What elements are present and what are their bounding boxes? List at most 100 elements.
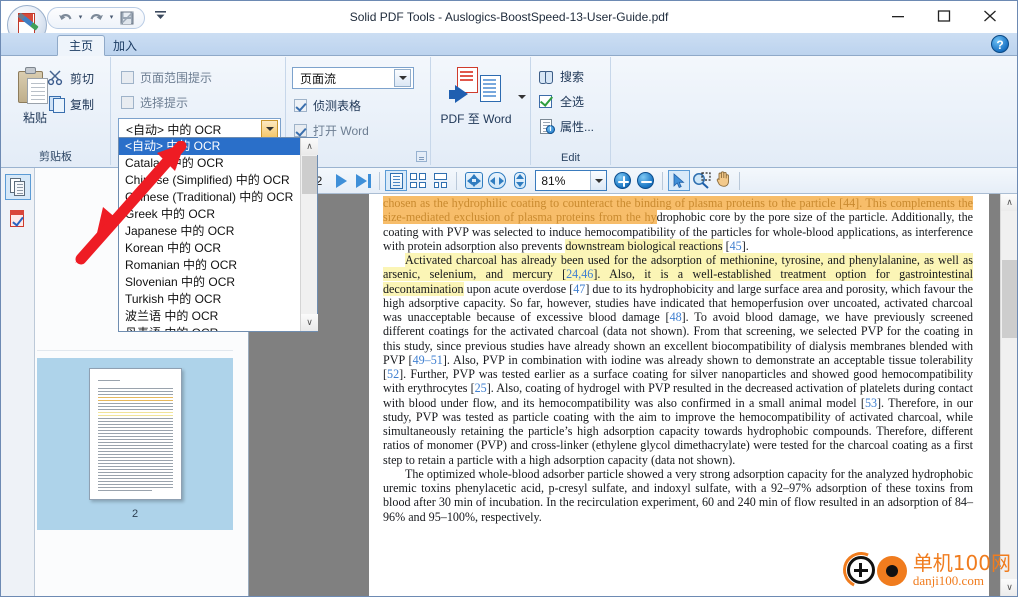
watermark-logo-icon: [837, 546, 911, 594]
pdf-to-word-icon: [449, 67, 503, 109]
hand-tool-button[interactable]: [712, 170, 734, 191]
zoom-out-button[interactable]: [634, 170, 657, 191]
scrollbar-thumb[interactable]: [302, 156, 317, 194]
chevron-down-icon[interactable]: [261, 120, 278, 138]
open-word-label: 打开 Word: [313, 124, 369, 138]
scroll-down-icon[interactable]: ∨: [301, 314, 318, 331]
body-text: The optimized whole-blood adsorber parti…: [383, 466, 973, 524]
save-icon[interactable]: [116, 9, 138, 27]
document-paragraph: The optimized whole-blood adsorber parti…: [383, 467, 973, 524]
continuous-view-button[interactable]: [429, 170, 451, 191]
document-paragraph: Activated charcoal has already been used…: [383, 253, 974, 467]
pdf-to-word-chevron-down-icon[interactable]: [518, 95, 526, 117]
fit-height-icon: [513, 172, 526, 189]
ocr-dropdown-item[interactable]: Slovenian 中的 OCR: [119, 274, 300, 291]
ribbon-group-edit: 搜索 全选 i 属性... Edit: [531, 57, 611, 165]
grid-view-icon: [410, 173, 427, 188]
ocr-dropdown-item[interactable]: Turkish 中的 OCR: [119, 291, 300, 308]
scrollbar-thumb[interactable]: [1002, 260, 1017, 338]
continuous-view-icon: [433, 173, 447, 188]
ocr-language-value: <自动> 中的 OCR: [126, 122, 222, 137]
checkbox-box: [294, 124, 307, 137]
fit-width-icon: [487, 172, 506, 189]
single-page-icon: [389, 172, 403, 189]
tab-add[interactable]: 加入: [101, 35, 149, 56]
grid-view-button[interactable]: [407, 170, 429, 191]
ocr-dropdown-item[interactable]: 丹麦语 中的 OCR: [119, 325, 300, 331]
document-text: chosen as the hydrophilic coating to cou…: [383, 196, 974, 524]
properties-button[interactable]: i 属性...: [538, 116, 594, 136]
ocr-dropdown-item[interactable]: 波兰语 中的 OCR: [119, 308, 300, 325]
fit-page-button[interactable]: [462, 170, 485, 191]
thumbnail-lines: [97, 380, 173, 493]
detect-tables-label: 侦测表格: [313, 99, 362, 113]
highlighted-text: 47: [573, 281, 586, 296]
body-text: [: [722, 238, 730, 253]
highlighted-text: 25: [474, 381, 487, 396]
ribbon-tab-strip: 主页 加入 ?: [1, 33, 1017, 56]
thumbnail-item-selected[interactable]: 2: [37, 358, 233, 530]
flow-mode-value: 页面流: [300, 71, 337, 86]
zoom-in-icon: [614, 172, 632, 189]
properties-label: 属性...: [560, 119, 595, 134]
select-tool-button[interactable]: [668, 170, 691, 191]
page-range-prompt-label: 页面范围提示: [140, 71, 213, 85]
hand-icon: [715, 170, 731, 191]
zoom-select-tool-button[interactable]: [690, 170, 712, 191]
zoom-in-button[interactable]: [611, 170, 634, 191]
cursor-icon: [672, 172, 686, 189]
sidebar-item-marks[interactable]: [5, 206, 31, 232]
fit-height-button[interactable]: [508, 170, 531, 191]
flow-group-dialog-launcher[interactable]: [416, 151, 427, 162]
ocr-dropdown-scrollbar[interactable]: ∧ ∨: [300, 138, 318, 331]
document-viewport[interactable]: chosen as the hydrophilic coating to cou…: [249, 194, 1017, 596]
chevron-down-icon[interactable]: [394, 69, 411, 87]
last-page-button[interactable]: [352, 171, 374, 191]
scroll-up-icon[interactable]: ∧: [301, 138, 318, 155]
flow-mode-combobox[interactable]: 页面流: [292, 67, 414, 89]
selection-prompt-label: 选择提示: [140, 96, 189, 110]
chevron-down-icon[interactable]: [590, 171, 607, 190]
watermark: 单机100网 danji100.com: [837, 546, 1011, 594]
redo-chevron-down-icon[interactable]: ▾: [107, 9, 116, 27]
zoom-level-combobox[interactable]: 81%: [535, 170, 608, 191]
select-all-icon: [538, 93, 556, 110]
cut-button[interactable]: 剪切: [47, 67, 94, 89]
undo-icon[interactable]: [54, 9, 76, 27]
document-vertical-scrollbar[interactable]: ∧ ∨: [1000, 194, 1017, 596]
scroll-up-icon[interactable]: ∧: [1001, 194, 1017, 211]
pdf-to-word-label: PDF 至 Word: [440, 112, 512, 126]
copy-button[interactable]: 复制: [47, 93, 94, 115]
highlighted-text: 45: [729, 238, 742, 253]
pages-icon: [10, 178, 26, 196]
search-button[interactable]: 搜索: [538, 66, 584, 86]
pdf-to-word-button[interactable]: PDF 至 Word: [437, 67, 515, 127]
maximize-button[interactable]: [921, 1, 967, 31]
redo-icon[interactable]: [85, 9, 107, 27]
help-icon[interactable]: ?: [991, 35, 1009, 53]
document-toolbar: / 2 81%: [249, 168, 1017, 194]
copy-icon: [47, 95, 67, 113]
select-all-button[interactable]: 全选: [538, 91, 584, 111]
highlighted-text: downstream biological reactions: [565, 238, 723, 253]
page-range-prompt-checkbox[interactable]: 页面范围提示: [121, 69, 212, 86]
minimize-button[interactable]: [875, 1, 921, 31]
tab-home[interactable]: 主页: [57, 35, 106, 56]
fit-width-button[interactable]: [485, 170, 508, 191]
close-button[interactable]: [967, 1, 1013, 31]
document-paragraph: chosen as the hydrophilic coating to cou…: [383, 196, 973, 253]
qat-more-icon[interactable]: [153, 11, 167, 22]
sidebar-item-pages[interactable]: [5, 174, 31, 200]
watermark-en-text: danji100.com: [912, 572, 984, 588]
thumbnail-page-number: 2: [131, 508, 139, 520]
selection-prompt-checkbox[interactable]: 选择提示: [121, 94, 188, 111]
highlighted-text: 49–51: [412, 352, 443, 367]
title-bar: Solid PDF Tools - Auslogics-BoostSpeed-1…: [1, 1, 1017, 45]
next-page-button[interactable]: [330, 171, 352, 191]
quick-access-toolbar: ▾ ▾: [47, 7, 145, 29]
undo-chevron-down-icon[interactable]: ▾: [76, 9, 85, 27]
edit-group-label: Edit: [561, 152, 580, 164]
detect-tables-checkbox[interactable]: 侦测表格: [294, 97, 361, 114]
sidebar-icon-rail: [1, 168, 35, 596]
single-page-view-button[interactable]: [385, 170, 408, 191]
